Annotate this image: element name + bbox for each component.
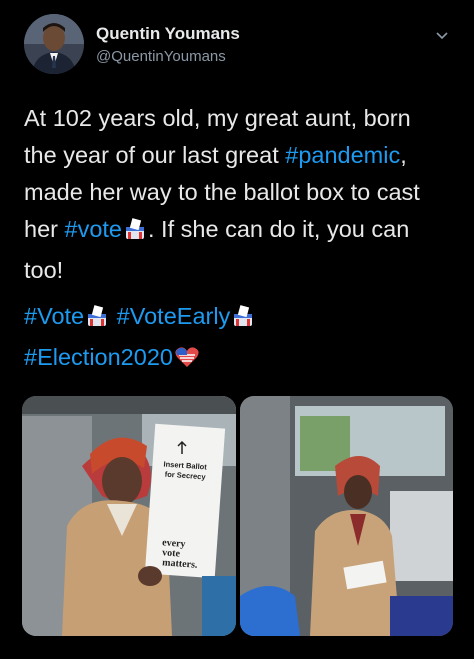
tweet-text: At 102 years old, my great aunt, born th… — [24, 100, 454, 289]
hashtag-pandemic[interactable]: #pandemic — [285, 142, 400, 168]
tweet-photo-2[interactable] — [240, 396, 453, 636]
chevron-down-icon[interactable] — [434, 28, 450, 44]
ballot-box-icon — [231, 302, 255, 339]
photo-woman-in-car-voting — [240, 396, 453, 636]
envelope-instruction: Insert Ballot for Secrecy — [163, 460, 207, 482]
profile-photo — [24, 14, 84, 74]
hashtag-election2020[interactable]: #Election2020 — [24, 344, 173, 370]
tweet-photo-1[interactable]: Insert Ballot for Secrecy every vote mat… — [22, 396, 236, 636]
avatar[interactable] — [24, 14, 84, 74]
hashtag-vote-2[interactable]: #Vote — [24, 303, 84, 329]
hashtag-list: #Vote #VoteEarly #Election2020 — [24, 298, 454, 380]
ballot-box-icon — [85, 302, 109, 339]
hashtag-vote[interactable]: #vote — [65, 216, 123, 242]
ballot-box-icon — [123, 215, 147, 252]
photo-woman-holding-ballot-envelope: Insert Ballot for Secrecy every vote mat… — [22, 396, 236, 636]
hashtag-voteearly[interactable]: #VoteEarly — [117, 303, 231, 329]
user-handle[interactable]: @QuentinYoumans — [96, 48, 226, 65]
us-flag-heart-icon — [174, 343, 200, 380]
display-name[interactable]: Quentin Youmans — [96, 24, 240, 44]
